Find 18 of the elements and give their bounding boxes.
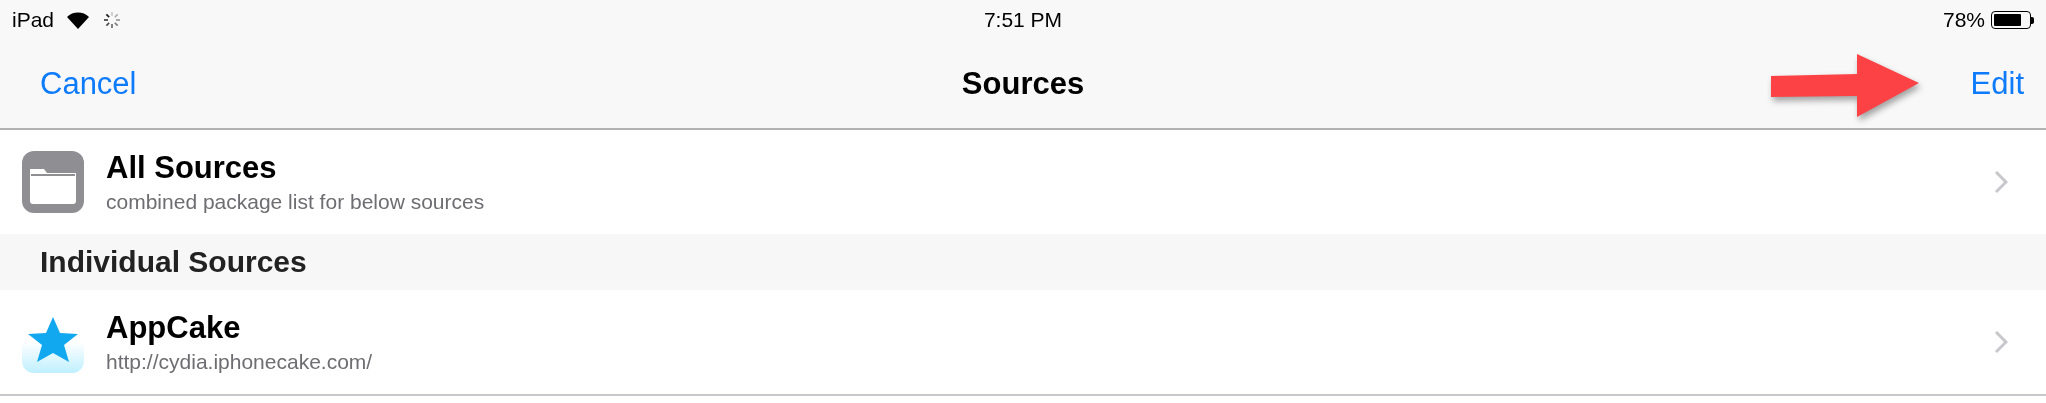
chevron-icon bbox=[1994, 170, 2008, 194]
section-header: Individual Sources bbox=[40, 245, 307, 279]
folder-icon bbox=[22, 151, 84, 213]
cancel-button[interactable]: Cancel bbox=[32, 60, 147, 108]
row-subtitle: http://cydia.iphonecake.com/ bbox=[106, 350, 374, 374]
activity-spinner-icon bbox=[102, 10, 123, 30]
row-title: AppCake bbox=[106, 310, 242, 346]
row-subtitle: combined package list for below sources bbox=[106, 190, 486, 214]
battery-icon bbox=[1991, 11, 2034, 29]
arrow-icon bbox=[1771, 54, 1921, 118]
status-time: 7:51 PM bbox=[983, 8, 1063, 32]
edit-button[interactable]: Edit bbox=[1960, 60, 2034, 108]
chevron-icon bbox=[1994, 330, 2008, 354]
row-title: All Sources bbox=[106, 150, 278, 186]
wifi-icon bbox=[66, 11, 91, 29]
device-name: iPad bbox=[12, 8, 55, 32]
battery-percent: 78% bbox=[1942, 8, 1985, 32]
nav-title: Sources bbox=[961, 66, 1085, 102]
